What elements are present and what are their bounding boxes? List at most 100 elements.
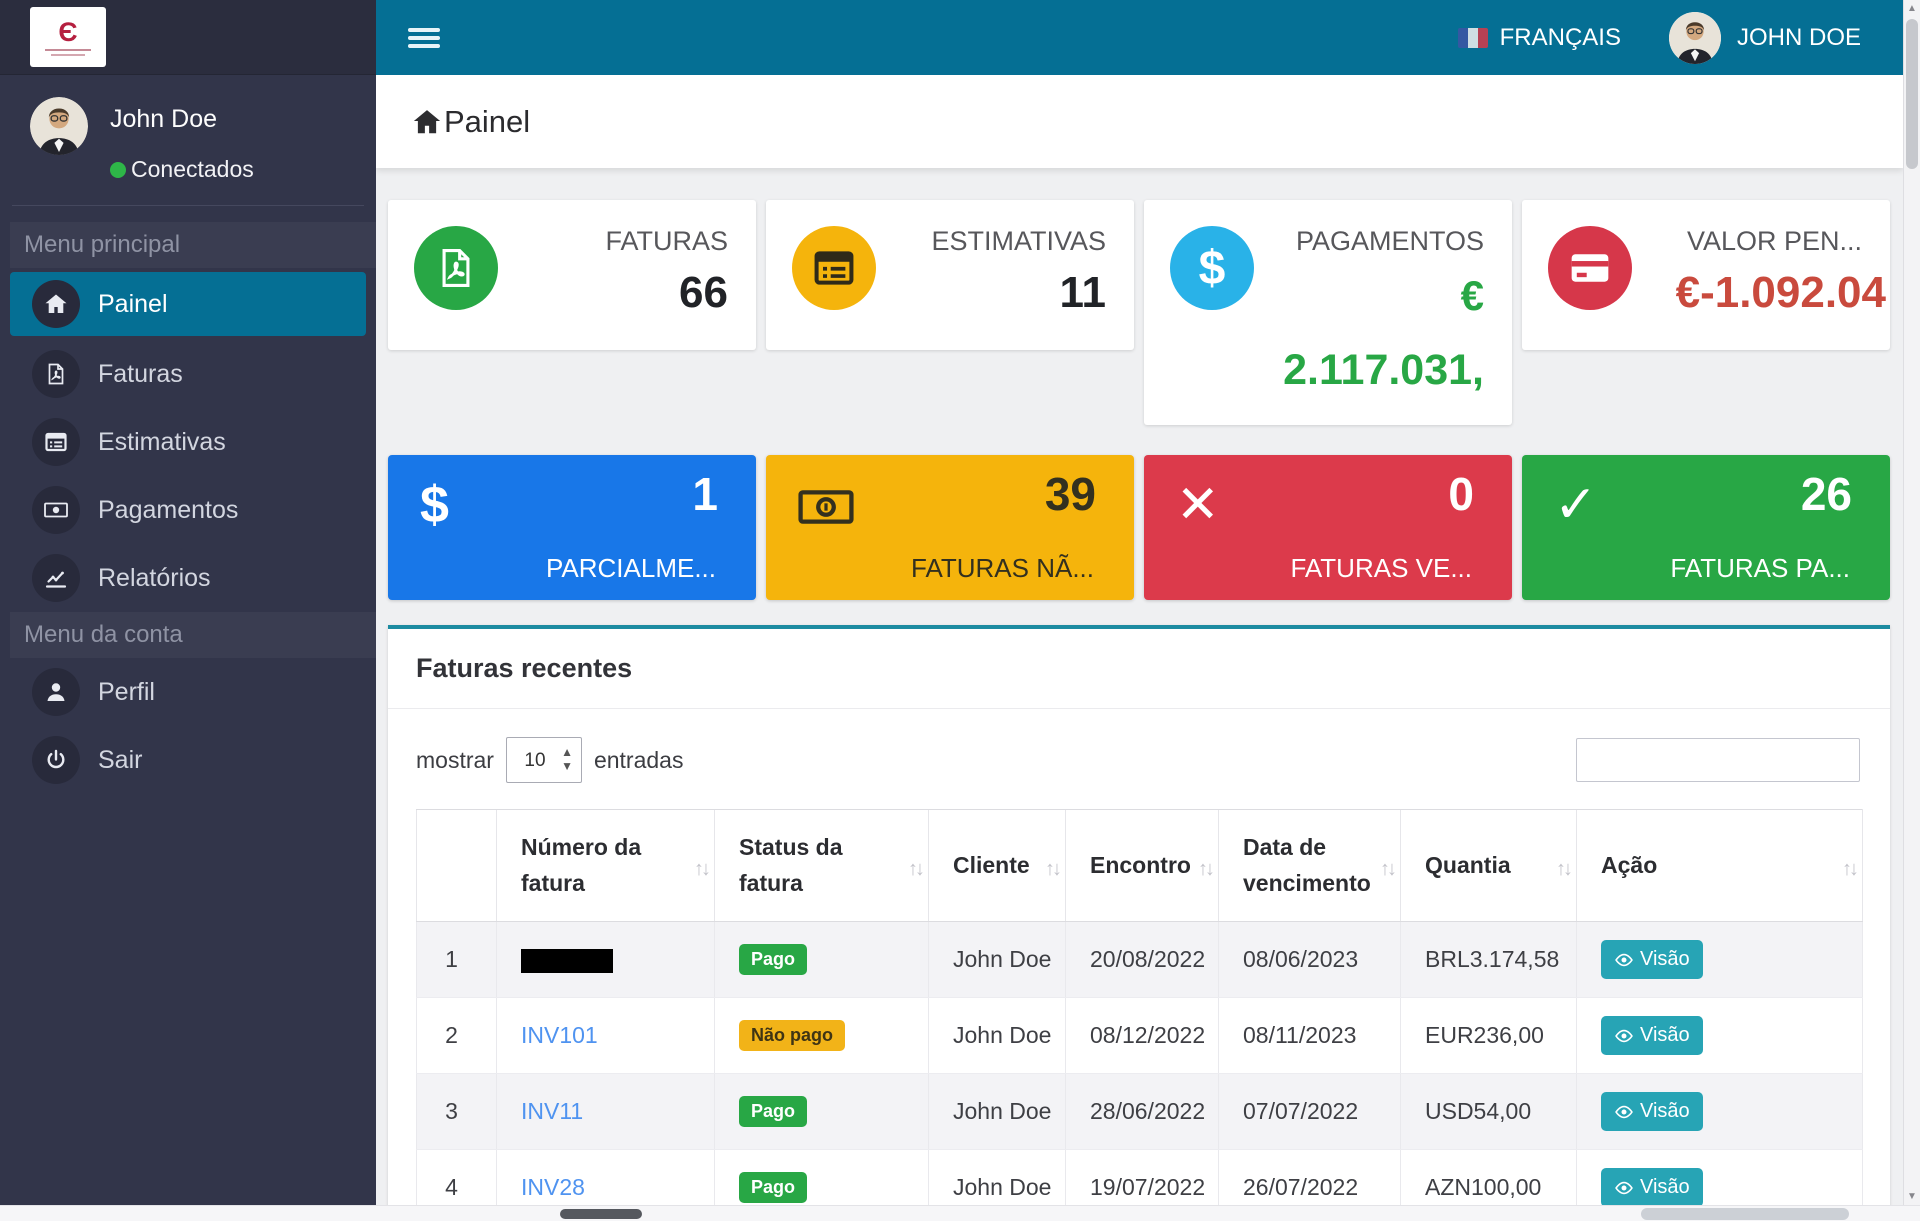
cell-client: John Doe [929,922,1066,998]
cell-status: Pago [715,922,929,998]
file-pdf-icon [32,350,80,398]
sidebar-menu: Menu principal Painel Faturas Estimativas Pa… [0,222,376,794]
cell-client: John Doe [929,1074,1066,1150]
check-icon: ✓ [1554,477,1598,534]
summary-box-label: PARCIALME... [546,553,716,584]
column-header-status-da-fatura[interactable]: Status da fatura↑↓ [715,810,929,922]
stat-card-label: VALOR PEN... [1687,226,1862,257]
divider [388,708,1890,709]
sidebar-item-sair[interactable]: Sair [0,726,376,794]
stat-card-valor-pendente: VALOR PEN... €-1.092.04 [1522,200,1890,350]
divider [12,205,364,206]
column-header-cliente[interactable]: Cliente↑↓ [929,810,1066,922]
user-menu[interactable]: JOHN DOE [1669,12,1861,64]
cell-due-date: 08/06/2023 [1219,922,1401,998]
cell-status: Pago [715,1074,929,1150]
connection-status: Conectados [110,156,254,183]
avatar [30,97,88,155]
summary-box-faturas-pagas: ✓ 26 FATURAS PA... [1522,455,1890,600]
invoice-row: 1PagoJohn Doe20/08/202208/06/2023BRL3.17… [417,922,1863,998]
invoice-row: 2INV101Não pagoJohn Doe08/12/202208/11/2… [417,998,1863,1074]
vertical-scrollbar-thumb[interactable] [1906,19,1918,169]
home-icon [412,107,442,137]
sidebar-item-relatorios[interactable]: Relatórios [0,544,376,612]
status-badge: Pago [739,1096,807,1127]
sidebar-item-perfil[interactable]: Perfil [0,658,376,726]
column-header-data-de-vencimento[interactable]: Data de vencimento↑↓ [1219,810,1401,922]
stat-card-value: €-1.092.04 [1676,268,1886,318]
entries-prefix-label: mostrar [416,747,494,774]
view-button[interactable]: Visão [1601,1016,1703,1055]
table-search-input[interactable] [1576,738,1860,782]
scroll-up-icon[interactable]: ▲ [1904,0,1920,17]
column-header-quantia[interactable]: Quantia↑↓ [1401,810,1577,922]
stat-card-estimativas: ESTIMATIVAS11 [766,200,1134,350]
sidebar-item-painel[interactable]: Painel [10,272,366,336]
language-switcher[interactable]: FRANÇAIS [1458,24,1621,52]
sidebar-item-label: Estimativas [98,428,226,457]
sidebar-item-estimativas[interactable]: Estimativas [0,408,376,476]
invoice-link[interactable]: INV101 [521,1022,598,1048]
status-badge: Pago [739,1172,807,1203]
summary-box-value: 26 [1801,467,1852,521]
invoice-link[interactable]: INV28 [521,1174,585,1200]
sidebar-user-panel: John Doe Conectados [0,75,376,205]
cell-index: 2 [417,998,497,1074]
menu-section-header: Menu principal [10,222,376,268]
inner-scrollbar-thumb[interactable] [1641,1208,1849,1220]
sort-arrows-icon[interactable]: ↑↓ [1556,854,1570,885]
sort-arrows-icon[interactable]: ↑↓ [1380,854,1394,885]
summary-box-faturas-nao-pagas: 39FATURAS NÃ... [766,455,1134,600]
cell-due-date: 08/11/2023 [1219,998,1401,1074]
entries-select[interactable]: 10 [506,737,582,783]
sort-arrows-icon[interactable]: ↑↓ [1045,854,1059,885]
sidebar-item-faturas[interactable]: Faturas [0,340,376,408]
cell-amount: BRL3.174,58 [1401,922,1577,998]
cell-invoice-number [497,922,715,998]
view-button[interactable]: Visão [1601,940,1703,979]
scroll-down-icon[interactable]: ▼ [1904,1188,1920,1205]
column-header-n-mero-da-fatura[interactable]: Número da fatura↑↓ [497,810,715,922]
column-header-encontro[interactable]: Encontro↑↓ [1066,810,1219,922]
entries-suffix-label: entradas [594,747,684,774]
stat-card-value: 66 [679,268,728,318]
list-icon [32,418,80,466]
view-button[interactable]: Visão [1601,1092,1703,1131]
invoices-table: Número da fatura↑↓Status da fatura↑↓Clie… [416,809,1863,1221]
sidebar-logo-area: Є [0,0,376,75]
sidebar: Є John Doe Conectados Menu principal Pain… [0,0,376,1221]
sidebar-item-pagamentos[interactable]: Pagamentos [0,476,376,544]
app-logo[interactable]: Є [30,7,106,67]
chart-icon [32,554,80,602]
sidebar-item-label: Relatórios [98,564,211,593]
vertical-scrollbar[interactable]: ▲ ▼ [1903,0,1920,1221]
horizontal-scrollbar-thumb[interactable] [560,1209,642,1219]
cell-client: John Doe [929,998,1066,1074]
summary-box-value: 1 [692,467,718,521]
cell-status: Não pago [715,998,929,1074]
column-header-index [417,810,497,922]
credit-card-icon [1548,226,1632,310]
logo-text-line [45,49,91,51]
view-button[interactable]: Visão [1601,1168,1703,1207]
invoice-link[interactable]: INV11 [521,1098,583,1124]
sort-arrows-icon[interactable]: ↑↓ [908,854,922,885]
hamburger-menu-icon[interactable] [408,24,440,52]
summary-box-parcialmente-pagas: $1PARCIALME... [388,455,756,600]
column-header-a-o[interactable]: Ação↑↓ [1577,810,1863,922]
stat-card-value: 11 [1059,268,1106,318]
sidebar-item-label: Sair [98,746,142,775]
sidebar-item-label: Pagamentos [98,496,238,525]
cell-amount: EUR236,00 [1401,998,1577,1074]
sort-arrows-icon[interactable]: ↑↓ [1842,854,1856,885]
bill-icon [798,477,854,539]
summary-box-value: 0 [1448,467,1474,521]
sort-arrows-icon[interactable]: ↑↓ [1198,854,1212,885]
status-badge: Pago [739,944,807,975]
sort-arrows-icon[interactable]: ↑↓ [694,854,708,885]
horizontal-scrollbar[interactable] [0,1205,1920,1221]
summary-box-label: FATURAS PA... [1670,553,1850,584]
status-badge: Não pago [739,1020,845,1051]
sidebar-item-label: Painel [98,290,168,319]
cell-action: Visão [1577,922,1863,998]
